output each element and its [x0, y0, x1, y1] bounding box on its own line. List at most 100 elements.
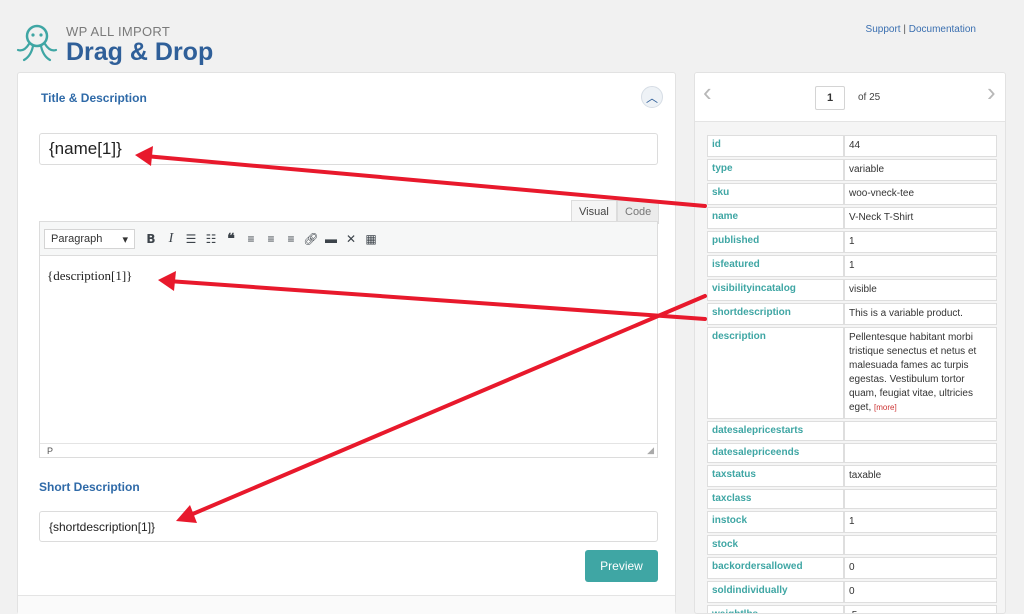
page-count: of 25	[858, 92, 881, 103]
documentation-link[interactable]: Documentation	[909, 24, 976, 35]
record-row: id 44	[707, 135, 997, 157]
record-value-text: woo-vneck-tee	[849, 188, 915, 199]
record-key[interactable]: visibilityincatalog	[707, 279, 844, 301]
record-row: published 1	[707, 231, 997, 253]
record-key[interactable]: soldindividually	[707, 581, 844, 603]
record-key[interactable]: isfeatured	[707, 255, 844, 277]
record-key[interactable]: shortdescription	[707, 303, 844, 325]
record-key[interactable]: instock	[707, 511, 844, 533]
record-row: shortdescription This is a variable produ…	[707, 303, 997, 325]
record-key[interactable]: name	[707, 207, 844, 229]
section-title: Title & Description	[41, 91, 147, 105]
read-more-icon[interactable]: ▬	[321, 232, 341, 246]
record-key[interactable]: taxstatus	[707, 465, 844, 487]
link-separator: |	[903, 24, 906, 35]
record-row: description Pellentesque habitant morbi t…	[707, 327, 997, 419]
record-key[interactable]: id	[707, 135, 844, 157]
format-select[interactable]: Paragraph ▾	[44, 228, 135, 249]
fullscreen-icon[interactable]: ✕	[341, 232, 361, 246]
help-links: Support | Documentation	[866, 24, 976, 35]
record-key[interactable]: stock	[707, 535, 844, 555]
numbered-list-icon[interactable]: ☷	[201, 232, 221, 246]
record-value-text: 1	[849, 236, 855, 247]
title-description-panel: Title & Description ︿ {name[1]} Visual C…	[17, 72, 676, 614]
resize-handle-icon[interactable]: ◢	[647, 445, 654, 456]
align-right-icon[interactable]: ≡	[281, 232, 301, 246]
bullet-list-icon[interactable]: ☰	[181, 232, 201, 246]
blockquote-icon[interactable]: ❝	[221, 230, 241, 247]
chevron-right-icon[interactable]: ›	[987, 77, 996, 108]
record-value-text: visible	[849, 284, 877, 295]
preview-button[interactable]: Preview	[585, 550, 658, 582]
editor-statusbar: P ◢	[40, 443, 657, 457]
link-icon[interactable]: 🔗︎	[301, 232, 321, 246]
record-value: woo-vneck-tee	[844, 183, 997, 205]
record-row: isfeatured 1	[707, 255, 997, 277]
record-row: soldindividually 0	[707, 581, 997, 603]
record-value-text: .5	[849, 610, 857, 613]
record-value: 0	[844, 581, 997, 603]
chevron-up-icon: ︿	[645, 90, 658, 105]
record-key[interactable]: datesalepriceends	[707, 443, 844, 463]
brand-subtitle: WP ALL IMPORT	[66, 24, 171, 39]
short-description-input[interactable]: {shortdescription[1]}	[39, 511, 658, 542]
caret-down-icon: ▾	[122, 233, 128, 246]
record-row: visibilityincatalog visible	[707, 279, 997, 301]
record-value-text: 44	[849, 140, 861, 151]
record-key[interactable]: sku	[707, 183, 844, 205]
record-value	[844, 535, 997, 555]
record-key[interactable]: published	[707, 231, 844, 253]
chevron-left-icon[interactable]: ‹	[703, 77, 712, 108]
more-link[interactable]: [more]	[874, 403, 897, 412]
record-value-text: 0	[849, 562, 855, 573]
record-value: 1	[844, 231, 997, 253]
record-key[interactable]: type	[707, 159, 844, 181]
record-key[interactable]: description	[707, 327, 844, 419]
record-row: name V-Neck T-Shirt	[707, 207, 997, 229]
record-value-text: 0	[849, 586, 855, 597]
record-value-text: 1	[849, 516, 855, 527]
collapse-button[interactable]: ︿	[641, 86, 663, 108]
record-table: id 44 type variable sku woo-vneck-tee name V-Ne…	[707, 133, 997, 613]
record-pager: ‹ 1 of 25 ›	[695, 73, 1005, 122]
record-key[interactable]: taxclass	[707, 489, 844, 509]
record-row: stock	[707, 535, 997, 555]
record-value-text: This is a variable product.	[849, 308, 963, 319]
title-input[interactable]: {name[1]}	[39, 133, 658, 165]
record-key[interactable]: weightlbs	[707, 605, 844, 613]
support-link[interactable]: Support	[866, 24, 901, 35]
record-row: taxclass	[707, 489, 997, 509]
align-left-icon[interactable]: ≡	[241, 232, 261, 246]
record-key[interactable]: datesalepricestarts	[707, 421, 844, 441]
record-value: 1	[844, 255, 997, 277]
record-row: sku woo-vneck-tee	[707, 183, 997, 205]
record-value: 44	[844, 135, 997, 157]
record-value	[844, 421, 997, 441]
align-center-icon[interactable]: ≡	[261, 232, 281, 246]
editor-content[interactable]: {description[1]}	[40, 256, 657, 296]
editor-toolbar: Paragraph ▾ B I ☰ ☷ ❝ ≡ ≡ ≡ 🔗︎ ▬ ✕ ▦	[40, 222, 657, 256]
record-row: backordersallowed 0	[707, 557, 997, 579]
description-editor: Paragraph ▾ B I ☰ ☷ ❝ ≡ ≡ ≡ 🔗︎ ▬ ✕ ▦ {de…	[39, 221, 658, 458]
record-value: This is a variable product.	[844, 303, 997, 325]
record-key[interactable]: backordersallowed	[707, 557, 844, 579]
record-value: visible	[844, 279, 997, 301]
italic-icon[interactable]: I	[161, 231, 181, 247]
record-value: 1	[844, 511, 997, 533]
brand-title: Drag & Drop	[66, 38, 214, 66]
record-row: datesalepricestarts	[707, 421, 997, 441]
record-row: datesalepriceends	[707, 443, 997, 463]
record-value: taxable	[844, 465, 997, 487]
record-value-text: Pellentesque habitant morbi tristique se…	[849, 332, 977, 413]
record-value: Pellentesque habitant morbi tristique se…	[844, 327, 997, 419]
toolbar-toggle-icon[interactable]: ▦	[361, 232, 381, 246]
record-row: instock 1	[707, 511, 997, 533]
record-value: V-Neck T-Shirt	[844, 207, 997, 229]
record-value-text: variable	[849, 164, 885, 175]
record-value	[844, 489, 997, 509]
octopus-logo-icon	[16, 24, 58, 62]
bold-icon[interactable]: B	[141, 232, 161, 246]
record-value: variable	[844, 159, 997, 181]
page-number-input[interactable]: 1	[815, 86, 845, 110]
record-value: .5	[844, 605, 997, 613]
